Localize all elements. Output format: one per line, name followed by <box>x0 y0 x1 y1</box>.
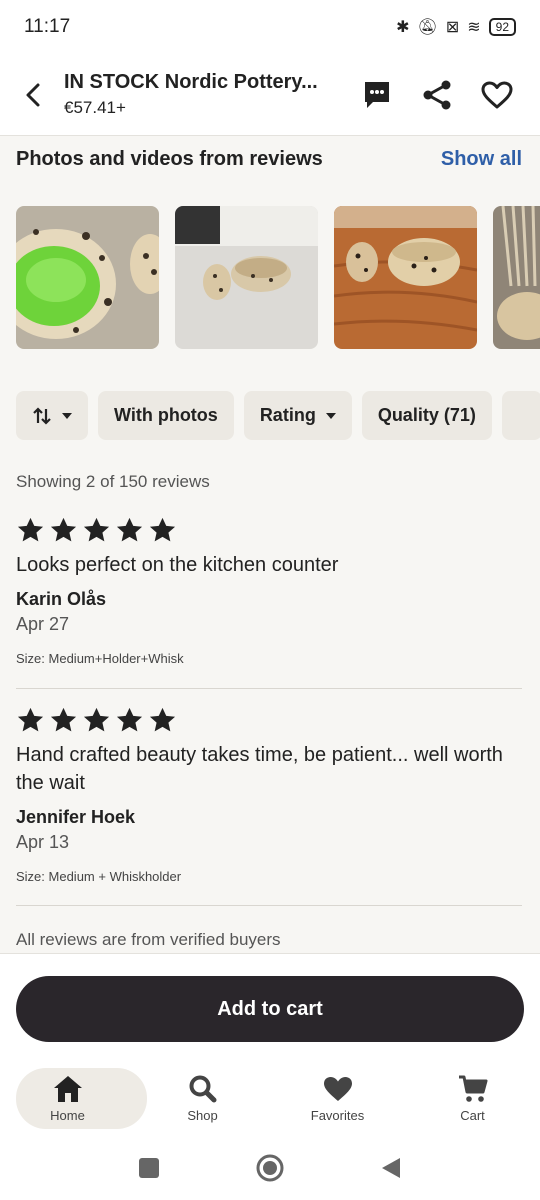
divider <box>16 905 522 906</box>
review-variant: Size: Medium + Whiskholder <box>16 869 182 884</box>
review-text: Looks perfect on the kitchen counter <box>16 554 339 576</box>
heart-icon <box>323 1077 352 1101</box>
sort-icon <box>33 406 51 425</box>
star-icon <box>116 517 143 542</box>
star-icon <box>83 707 110 732</box>
mute-icon: 🔕︎ <box>417 19 438 36</box>
star-rating <box>16 706 522 735</box>
star-icon <box>83 517 110 542</box>
review-text: Hand crafted beauty takes time, be patie… <box>16 744 503 794</box>
review-variant: Size: Medium+Holder+Whisk <box>16 651 184 666</box>
heart-outline-icon <box>481 81 513 108</box>
sim-icon: ⊠ <box>445 19 460 36</box>
nav-home[interactable]: Home <box>0 1061 147 1136</box>
star-icon <box>116 707 143 732</box>
bowls-on-table-photo <box>334 206 477 349</box>
product-header: IN STOCK Nordic Pottery... €57.41+ <box>0 54 540 136</box>
nav-favorites[interactable]: Favorites <box>270 1061 405 1136</box>
with-photos-label: With photos <box>114 405 218 425</box>
star-icon <box>149 707 176 732</box>
message-button[interactable] <box>358 76 396 114</box>
verified-buyers-note: All reviews are from verified buyers <box>16 930 281 949</box>
chevron-down-icon <box>62 412 72 419</box>
review-item: Looks perfect on the kitchen counter Kar… <box>16 516 522 666</box>
back-arrow-icon <box>26 83 40 106</box>
review-photo[interactable] <box>334 206 477 349</box>
share-button[interactable] <box>418 76 456 114</box>
review-photo[interactable] <box>493 206 540 349</box>
home-system-button[interactable] <box>256 1154 284 1182</box>
matcha-bowl-photo <box>16 206 159 349</box>
with-photos-chip[interactable]: With photos <box>98 391 234 440</box>
star-icon <box>17 707 44 732</box>
nav-cart[interactable]: Cart <box>405 1061 540 1136</box>
reviewer-name: Jennifer Hoek <box>16 807 136 827</box>
quality-label: Quality (71) <box>377 405 476 425</box>
favorite-button[interactable] <box>478 76 516 114</box>
review-date: Apr 13 <box>16 832 70 852</box>
nav-home-label: Home <box>50 1108 85 1123</box>
nav-shop[interactable]: Shop <box>135 1061 270 1136</box>
share-icon <box>423 80 451 109</box>
bottom-navigation: Home Shop Favorites Cart <box>0 1061 540 1136</box>
review-item: Hand crafted beauty takes time, be patie… <box>16 706 522 884</box>
review-photos-carousel[interactable] <box>16 206 540 350</box>
home-icon <box>53 1076 82 1102</box>
review-photo[interactable] <box>175 206 318 349</box>
status-icons: ✱ 🔕︎ ⊠ ≋ 92 <box>396 17 516 37</box>
review-date: Apr 27 <box>16 614 70 634</box>
review-filters: With photos Rating Quality (71) <box>16 391 540 441</box>
photos-section-header: Photos and videos from reviews Show all <box>16 148 522 171</box>
star-icon <box>50 707 77 732</box>
review-photo[interactable] <box>16 206 159 349</box>
divider <box>16 688 522 689</box>
product-price: €57.41+ <box>64 98 126 117</box>
wifi-icon: ≋ <box>467 19 481 36</box>
star-icon <box>149 517 176 542</box>
photos-section-title: Photos and videos from reviews <box>16 148 323 170</box>
recents-button[interactable] <box>138 1157 160 1179</box>
rating-chip[interactable]: Rating <box>243 391 352 440</box>
whisk-photo <box>493 206 540 349</box>
sort-chip[interactable] <box>16 391 88 440</box>
clock: 11:17 <box>24 16 71 37</box>
bluetooth-icon: ✱ <box>396 19 410 36</box>
header-actions <box>358 76 516 114</box>
search-icon <box>189 1075 216 1103</box>
nav-cart-label: Cart <box>460 1108 485 1123</box>
show-all-link[interactable]: Show all <box>441 148 522 171</box>
system-navigation <box>0 1136 540 1200</box>
header-text: IN STOCK Nordic Pottery... €57.41+ <box>64 71 350 118</box>
rating-label: Rating <box>259 405 316 425</box>
back-system-button[interactable] <box>380 1156 402 1180</box>
more-filter-chip[interactable] <box>501 391 540 440</box>
quality-chip[interactable]: Quality (71) <box>361 391 492 440</box>
back-button[interactable] <box>4 65 64 125</box>
cart-icon <box>458 1075 487 1102</box>
reviewer-name: Karin Olås <box>16 589 107 609</box>
product-title: IN STOCK Nordic Pottery... <box>64 71 318 93</box>
review-count: Showing 2 of 150 reviews <box>16 472 210 491</box>
star-rating <box>16 516 522 545</box>
bowl-and-holder-photo <box>175 206 318 349</box>
nav-shop-label: Shop <box>187 1108 218 1123</box>
message-icon <box>365 81 389 108</box>
add-to-cart-button[interactable]: Add to cart <box>16 976 524 1042</box>
star-icon <box>50 517 77 542</box>
chevron-down-icon <box>325 412 336 419</box>
star-icon <box>17 517 44 542</box>
nav-favorites-label: Favorites <box>310 1108 365 1123</box>
add-to-cart-bar: Add to cart <box>0 953 540 1061</box>
battery-icon: 92 <box>488 18 516 36</box>
status-bar: 11:17 ✱ 🔕︎ ⊠ ≋ 92 <box>0 0 540 54</box>
